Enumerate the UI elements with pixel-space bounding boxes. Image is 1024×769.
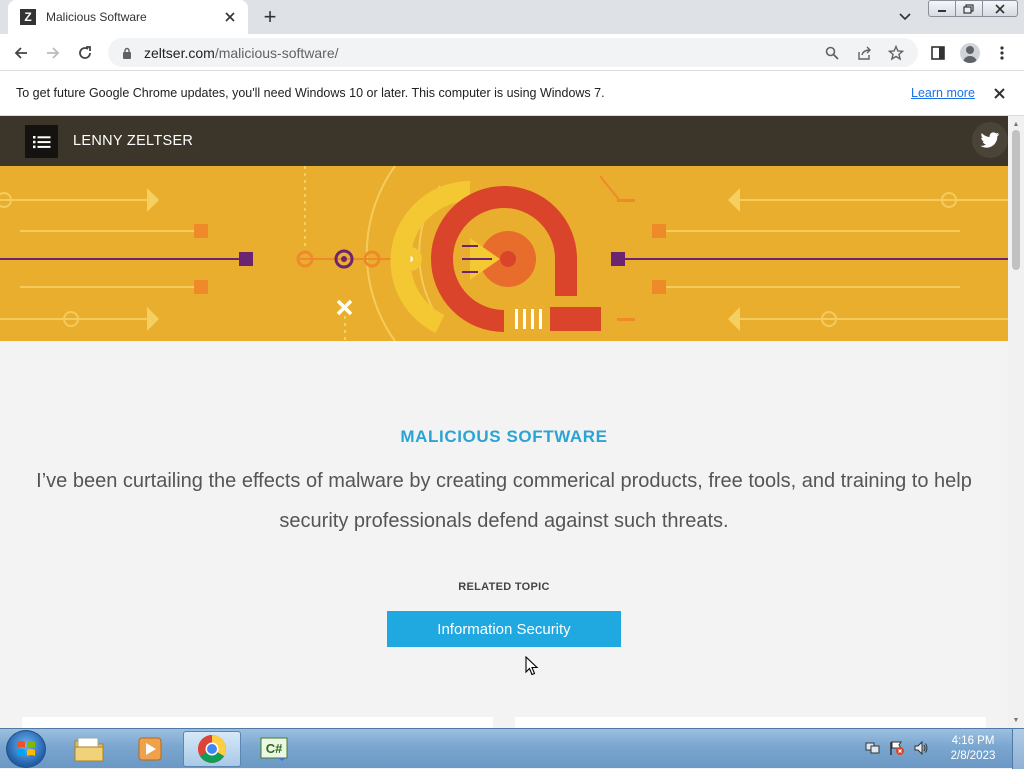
- content-card[interactable]: [515, 717, 986, 728]
- csharp-label: C#: [266, 741, 283, 756]
- site-header: LENNY ZELTSER: [0, 116, 1008, 166]
- content-card[interactable]: [22, 717, 493, 728]
- tab-strip: Z Malicious Software +: [0, 0, 1024, 34]
- url-domain: zeltser.com: [144, 44, 215, 61]
- address-bar[interactable]: zeltser.com/malicious-software/: [108, 38, 918, 67]
- window-close-button[interactable]: [982, 0, 1018, 17]
- hamburger-menu-icon[interactable]: [25, 125, 58, 158]
- taskbar-chrome[interactable]: [183, 731, 241, 767]
- window-controls: [928, 0, 1018, 17]
- update-infobar: To get future Google Chrome updates, you…: [0, 71, 1024, 116]
- intro-paragraph: I’ve been curtailing the effects of malw…: [36, 470, 972, 532]
- site-brand[interactable]: LENNY ZELTSER: [73, 133, 193, 149]
- more-options-icon[interactable]: [986, 38, 1018, 67]
- close-icon: [995, 3, 1005, 14]
- show-desktop-button[interactable]: [1012, 729, 1024, 769]
- new-tab-button[interactable]: +: [257, 4, 283, 29]
- url-text[interactable]: zeltser.com/malicious-software/: [144, 45, 816, 61]
- clock-time: 4:16 PM: [951, 735, 995, 747]
- taskbar-file-explorer[interactable]: [60, 731, 118, 767]
- star-icon[interactable]: [880, 40, 912, 66]
- lock-icon[interactable]: [120, 46, 134, 60]
- profile-icon: [960, 42, 980, 63]
- restore-button[interactable]: [955, 0, 983, 17]
- taskbar-media-player[interactable]: [121, 731, 179, 767]
- clock-date: 2/8/2023: [950, 750, 996, 762]
- side-panel-icon[interactable]: [922, 38, 954, 67]
- windows-logo-icon: [17, 741, 35, 756]
- information-security-button[interactable]: Information Security: [387, 611, 621, 647]
- forward-button[interactable]: [40, 40, 66, 66]
- page-title: MALICIOUS SOFTWARE: [400, 427, 608, 446]
- restore-icon: [963, 3, 974, 14]
- start-button[interactable]: [6, 730, 46, 768]
- system-clock[interactable]: 4:16 PM 2/8/2023: [940, 734, 1006, 764]
- search-icon[interactable]: [816, 40, 848, 66]
- folder-icon: [74, 737, 104, 762]
- chrome-icon: [198, 735, 226, 763]
- browser-tab[interactable]: Z Malicious Software: [8, 0, 248, 34]
- reload-button[interactable]: [72, 40, 98, 66]
- system-tray: [862, 737, 934, 759]
- learn-more-link[interactable]: Learn more: [911, 86, 975, 100]
- site-favicon-icon: Z: [20, 9, 36, 25]
- minimize-icon: [938, 9, 946, 12]
- scroll-up-arrow-icon[interactable]: ▲: [1008, 118, 1024, 130]
- mouse-cursor-icon: [525, 656, 539, 676]
- scroll-down-arrow-icon[interactable]: ▼: [1008, 714, 1024, 726]
- minimize-button[interactable]: [928, 0, 956, 17]
- scrollbar-thumb[interactable]: [1012, 130, 1020, 270]
- taskbar-csharp-app[interactable]: C#: [245, 731, 303, 767]
- media-player-icon: [138, 737, 162, 761]
- csharp-icon: C#: [260, 737, 288, 761]
- browser-toolbar: zeltser.com/malicious-software/: [0, 34, 1024, 71]
- url-path: /malicious-software/: [214, 44, 339, 61]
- reload-icon: [79, 46, 91, 59]
- related-topic-label: RELATED TOPIC: [458, 581, 550, 593]
- back-button[interactable]: [8, 40, 34, 66]
- tab-search-chevron-icon[interactable]: [894, 7, 916, 27]
- forward-arrow-icon: [47, 47, 60, 59]
- volume-icon[interactable]: [910, 737, 932, 759]
- windows-taskbar: C# 4:16 PM 2/8/2023: [0, 728, 1024, 769]
- action-center-flag-icon[interactable]: [886, 737, 908, 759]
- hero-banner: [0, 166, 1008, 341]
- share-icon[interactable]: [848, 40, 880, 66]
- network-icon[interactable]: [862, 737, 884, 759]
- hero-illustration: [0, 166, 1008, 341]
- infobar-close-icon[interactable]: [990, 84, 1008, 102]
- page-viewport: LENNY ZELTSER MALICIOUS SOFTWARE I’ve be…: [0, 116, 1008, 728]
- tab-title: Malicious Software: [46, 10, 147, 24]
- back-arrow-icon: [14, 47, 27, 59]
- page-scrollbar[interactable]: ▲ ▼: [1008, 116, 1024, 728]
- twitter-icon[interactable]: [972, 122, 1008, 158]
- infobar-message: To get future Google Chrome updates, you…: [16, 86, 605, 100]
- tab-close-icon[interactable]: [218, 5, 242, 29]
- profile-button[interactable]: [954, 38, 986, 67]
